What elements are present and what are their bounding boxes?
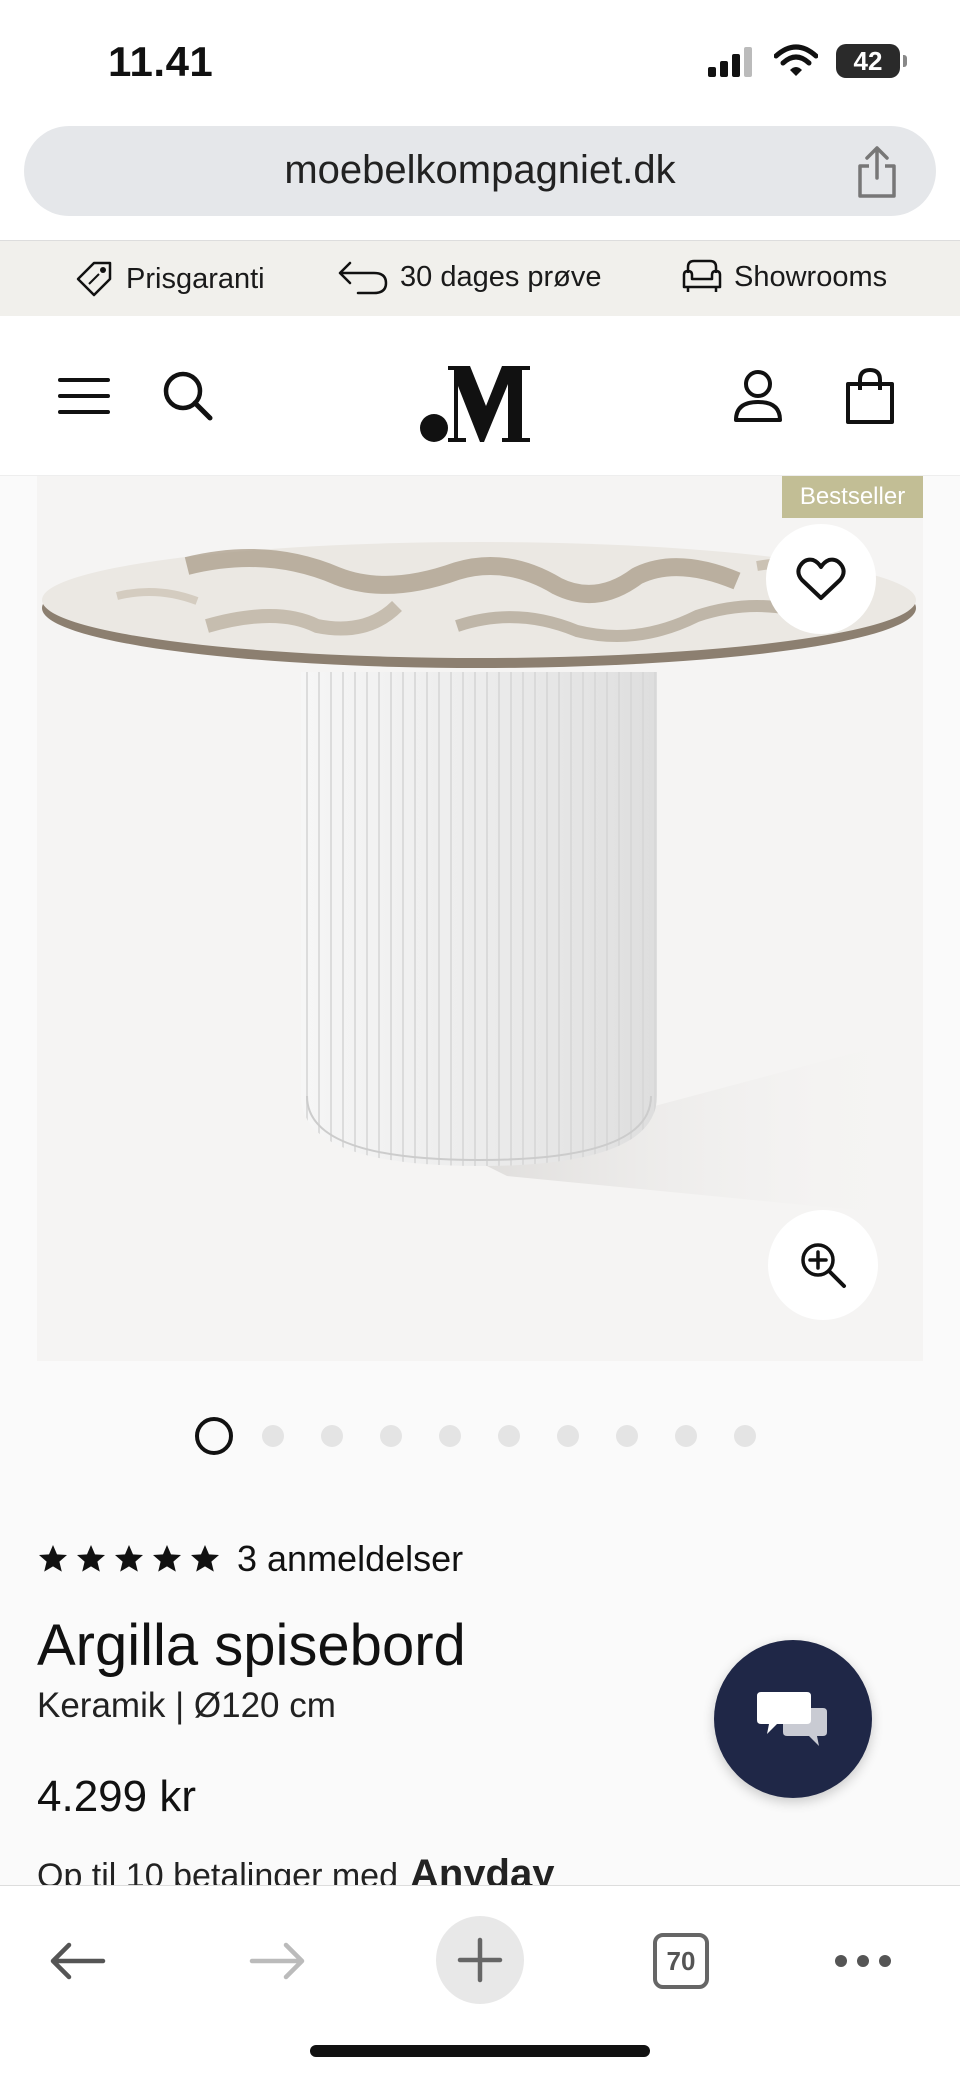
gallery-pagination: [0, 1415, 960, 1455]
share-icon[interactable]: [852, 144, 902, 200]
cart-icon[interactable]: [840, 366, 900, 426]
usp-showrooms[interactable]: Showrooms: [680, 257, 887, 297]
gallery-dot[interactable]: [262, 1425, 284, 1447]
star-icon: [39, 1545, 67, 1572]
url-text: moebelkompagniet.dk: [284, 148, 676, 192]
gallery-dot-active[interactable]: [195, 1417, 233, 1455]
usp-label: Showrooms: [734, 260, 888, 293]
favorite-button[interactable]: [766, 524, 876, 634]
tabs-button[interactable]: 70: [636, 1916, 726, 2006]
site-logo[interactable]: [418, 354, 542, 444]
star-icon: [77, 1545, 105, 1572]
chat-button[interactable]: [714, 1640, 872, 1798]
product-rating[interactable]: 3 anmeldelser: [37, 1538, 463, 1580]
new-tab-button[interactable]: [436, 1916, 524, 2004]
usp-label: Prisgaranti: [126, 262, 265, 295]
gallery-dot[interactable]: [380, 1425, 402, 1447]
wifi-icon: [774, 44, 818, 76]
usp-trial[interactable]: 30 dages prøve: [336, 257, 602, 297]
usp-label: 30 dages prøve: [400, 260, 602, 293]
status-icons: 42: [706, 44, 907, 78]
product-title: Argilla spisebord: [37, 1613, 466, 1678]
usp-strip: Prisgaranti 30 dages prøve Showrooms: [0, 240, 960, 316]
plus-icon: [457, 1937, 503, 1983]
star-icon: [191, 1545, 219, 1572]
sofa-icon: [682, 259, 722, 292]
gallery-dot[interactable]: [675, 1425, 697, 1447]
site-header: [0, 316, 960, 476]
home-indicator: [310, 2045, 650, 2057]
account-icon[interactable]: [728, 366, 788, 426]
zoom-button[interactable]: [768, 1210, 878, 1320]
gallery-dot[interactable]: [734, 1425, 756, 1447]
chat-bubbles-icon: [757, 1692, 827, 1746]
more-button[interactable]: [818, 1916, 908, 2006]
status-bar: 11.41 42: [0, 0, 960, 120]
gallery-dot[interactable]: [498, 1425, 520, 1447]
back-button[interactable]: [32, 1916, 122, 2006]
review-count: 3 anmeldelser: [237, 1538, 464, 1579]
heart-icon: [796, 557, 846, 600]
address-bar[interactable]: moebelkompagniet.dk: [24, 126, 936, 216]
price-tag-icon: [76, 261, 112, 297]
product-image-gallery[interactable]: Bestseller: [37, 476, 923, 1361]
battery-indicator: 42: [836, 44, 907, 78]
forward-button[interactable]: [233, 1916, 323, 2006]
status-time: 11.41: [108, 38, 214, 85]
gallery-dot[interactable]: [557, 1425, 579, 1447]
product-price: 4.299 kr: [37, 1772, 196, 1821]
gallery-dot[interactable]: [321, 1425, 343, 1447]
gallery-dot[interactable]: [439, 1425, 461, 1447]
star-icon: [153, 1545, 181, 1572]
browser-address-area: moebelkompagniet.dk: [0, 120, 960, 240]
arrow-right-icon: [249, 1942, 305, 1980]
tabs-count: 70: [653, 1933, 709, 1989]
signal-icon: [708, 47, 752, 77]
zoom-in-icon: [801, 1243, 846, 1288]
more-dots-icon: [835, 1955, 891, 1967]
bestseller-badge: Bestseller: [782, 476, 923, 518]
star-icon: [115, 1545, 143, 1572]
arrow-left-icon: [50, 1942, 106, 1980]
search-icon[interactable]: [158, 366, 218, 426]
return-arrow-icon: [338, 261, 388, 295]
gallery-dot[interactable]: [616, 1425, 638, 1447]
menu-icon[interactable]: [54, 366, 114, 426]
usp-price-guarantee[interactable]: Prisgaranti: [72, 257, 265, 301]
product-subtitle: Keramik | Ø120 cm: [37, 1686, 336, 1725]
